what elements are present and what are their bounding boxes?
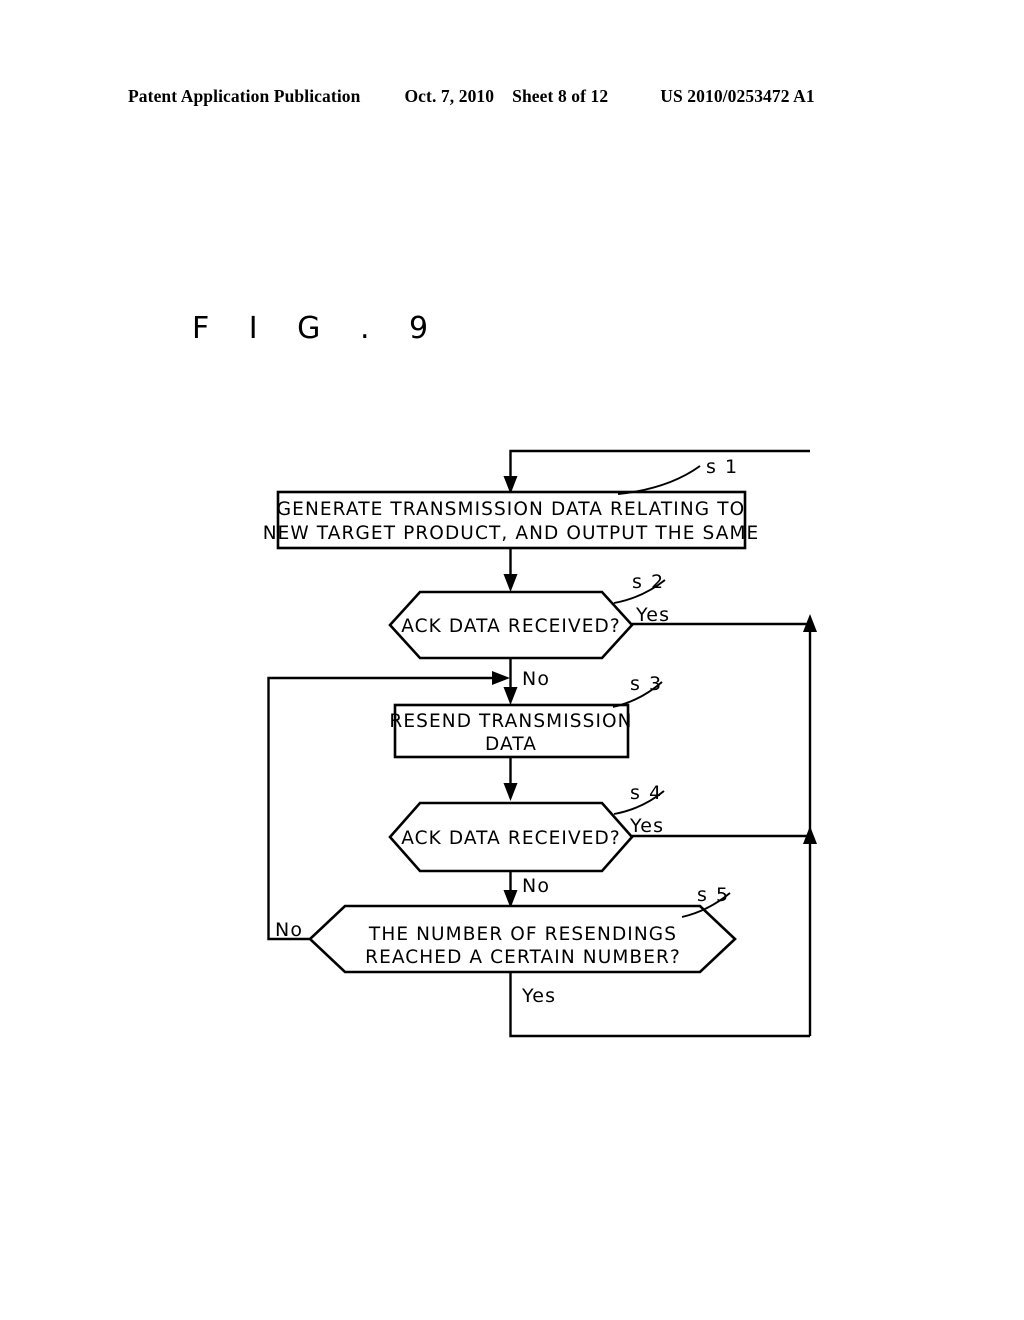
branch-label-s2-yes: Yes (635, 604, 670, 626)
leader-line-s1 (617, 465, 701, 495)
process-box-s3-line-2: DATA (485, 734, 537, 755)
branch-label-s5-yes: Yes (521, 985, 556, 1007)
branch-label-s4-no: No (522, 875, 550, 897)
connector-s3-to-s4 (503, 757, 518, 801)
step-label-s1: s 1 (706, 456, 739, 478)
branch-label-s5-no: No (275, 919, 303, 941)
branch-label-s4-yes: Yes (629, 815, 664, 837)
process-box-s1-line-2: NEW TARGET PRODUCT, AND OUTPUT THE SAME (263, 523, 760, 544)
connector-s1-to-s2 (503, 548, 518, 592)
process-box-s1-line-1: GENERATE TRANSMISSION DATA RELATING TO (277, 499, 746, 520)
process-box-s3-line-1: RESEND TRANSMISSION (389, 711, 632, 732)
decision-hexagon-s4-line-1: ACK DATA RECEIVED? (401, 828, 621, 849)
decision-hexagon-s5-line-2: REACHED A CERTAIN NUMBER? (365, 947, 681, 968)
patent-drawing-page: Patent Application Publication Oct. 7, 2… (0, 0, 1024, 1320)
decision-hexagon-s2-line-1: ACK DATA RECEIVED? (401, 616, 621, 637)
step-label-s5: s 5 (697, 884, 730, 906)
branch-label-s2-no: No (522, 668, 550, 690)
connector-s2-no-to-s3 (503, 658, 518, 705)
decision-hexagon-s5-line-1: THE NUMBER OF RESENDINGS (368, 924, 677, 945)
step-label-s2: s 2 (632, 571, 665, 593)
connector-s4-no-to-s5 (503, 872, 518, 908)
step-label-s4: s 4 (630, 782, 663, 804)
step-label-s3: s 3 (630, 673, 663, 695)
flowchart-diagram: GENERATE TRANSMISSION DATA RELATING TO N… (0, 0, 1024, 1320)
